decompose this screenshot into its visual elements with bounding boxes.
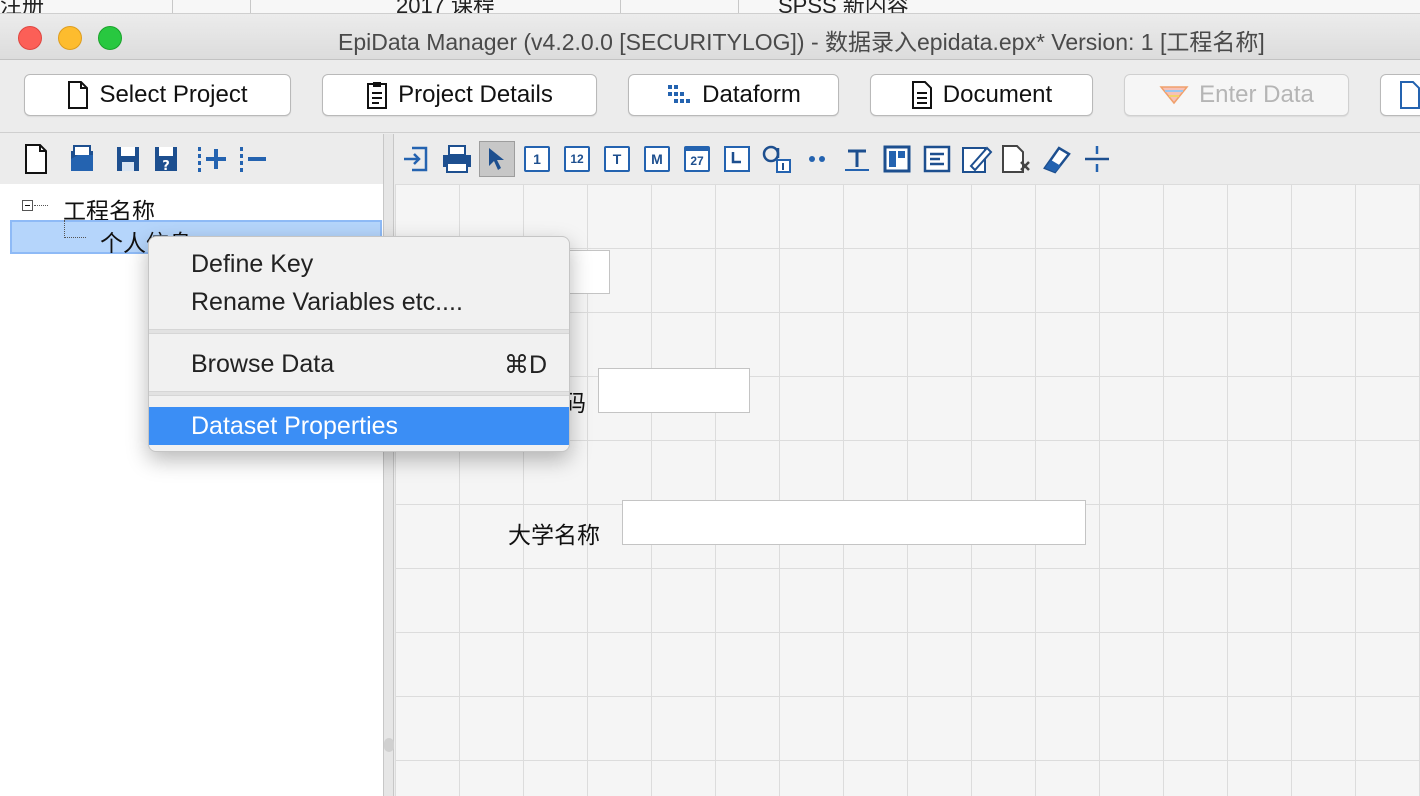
menu-separator: [149, 391, 569, 396]
integer-field-icon[interactable]: 1: [519, 141, 555, 177]
background-text-right: SPSS 新内容: [778, 0, 909, 14]
tree-root-node[interactable]: 工程名称: [0, 188, 384, 224]
expand-all-icon[interactable]: [196, 143, 228, 175]
menu-item-dataset-properties[interactable]: Dataset Properties: [149, 407, 569, 445]
float-field-icon[interactable]: 12: [559, 141, 595, 177]
menu-separator: [149, 329, 569, 334]
import-icon[interactable]: [399, 141, 435, 177]
edit-field-icon[interactable]: [959, 141, 995, 177]
background-divider: [250, 0, 251, 13]
heading-tool-icon[interactable]: [839, 141, 875, 177]
splitter-grip[interactable]: [384, 738, 394, 752]
new-file-icon[interactable]: [22, 143, 50, 175]
project-tree-panel: ? 工程名称 个人信息: [0, 134, 384, 796]
enter-data-icon: [1159, 86, 1189, 105]
enter-data-label: Enter Data: [1199, 81, 1314, 108]
field-input-3[interactable]: [622, 500, 1086, 545]
memo-field-icon[interactable]: M: [639, 141, 675, 177]
select-project-button[interactable]: Select Project: [24, 74, 291, 116]
align-tool-icon[interactable]: [919, 141, 955, 177]
project-details-label: Project Details: [398, 81, 553, 108]
time-field-icon[interactable]: [719, 141, 755, 177]
text-field-icon[interactable]: T: [599, 141, 635, 177]
close-window-button[interactable]: [18, 26, 42, 50]
collapse-toggle-icon[interactable]: [22, 200, 33, 211]
menu-item-rename-variables[interactable]: Rename Variables etc....: [149, 283, 569, 321]
print-icon[interactable]: [439, 141, 475, 177]
dataform-label: Dataform: [702, 81, 801, 108]
date-field-icon[interactable]: 27: [679, 141, 715, 177]
document-label: Document: [942, 81, 1053, 108]
browse-data-shortcut: ⌘D: [503, 351, 547, 379]
minimize-window-button[interactable]: [58, 26, 82, 50]
enter-data-button[interactable]: Enter Data: [1124, 74, 1349, 116]
clipboard-icon: [367, 82, 388, 109]
delete-field-icon[interactable]: [999, 141, 1035, 177]
background-divider: [172, 0, 173, 13]
zoom-window-button[interactable]: [98, 26, 122, 50]
tree-connector: [64, 220, 65, 238]
dataform-button[interactable]: Dataform: [628, 74, 839, 116]
background-window-strip: 注册 2017 课程 SPSS 新内容: [0, 0, 1420, 14]
document-icon: [1400, 81, 1420, 109]
panel-splitter[interactable]: [384, 134, 394, 796]
tree-connector: [34, 205, 48, 206]
collapse-all-icon[interactable]: [238, 143, 270, 175]
save-as-icon[interactable]: ?: [152, 143, 180, 175]
select-project-label: Select Project: [99, 81, 248, 108]
menu-item-browse-data[interactable]: Browse Data ⌘D: [149, 345, 569, 383]
document-icon: [68, 81, 89, 109]
field-label-3: 大学名称: [508, 522, 600, 548]
eraser-icon[interactable]: [1039, 141, 1075, 177]
dataform-design-toolbar: 1 12 T M 27: [395, 134, 1420, 184]
auto-value-field-icon[interactable]: [759, 141, 795, 177]
menu-item-define-key[interactable]: Define Key: [149, 245, 569, 283]
dataform-icon: [668, 85, 691, 103]
window-title: EpiData Manager (v4.2.0.0 [SECURITYLOG])…: [338, 29, 1265, 55]
context-menu: Define Key Rename Variables etc.... Brow…: [148, 236, 570, 452]
spacer-icon[interactable]: [799, 141, 835, 177]
main-toolbar: Select Project Project Details Dataform …: [0, 61, 1420, 133]
open-file-icon[interactable]: [68, 143, 96, 175]
pointer-tool-icon[interactable]: [479, 141, 515, 177]
project-details-button[interactable]: Project Details: [322, 74, 597, 116]
project-tree-toolbar: ?: [0, 134, 383, 184]
document-lines-icon: [911, 81, 932, 109]
background-text-left: 注册: [0, 0, 45, 14]
tree-connector: [64, 237, 86, 238]
svg-text:?: ?: [162, 159, 170, 174]
background-text-center: 2017 课程: [396, 0, 496, 14]
background-divider: [738, 0, 739, 13]
document-button[interactable]: Document: [870, 74, 1093, 116]
divide-icon[interactable]: [1079, 141, 1115, 177]
more-toolbar-button[interactable]: [1380, 74, 1420, 116]
background-divider: [620, 0, 621, 13]
field-input-2[interactable]: [598, 368, 750, 413]
save-icon[interactable]: [114, 143, 142, 175]
section-tool-icon[interactable]: [879, 141, 915, 177]
title-bar: EpiData Manager (v4.2.0.0 [SECURITYLOG])…: [0, 14, 1420, 60]
